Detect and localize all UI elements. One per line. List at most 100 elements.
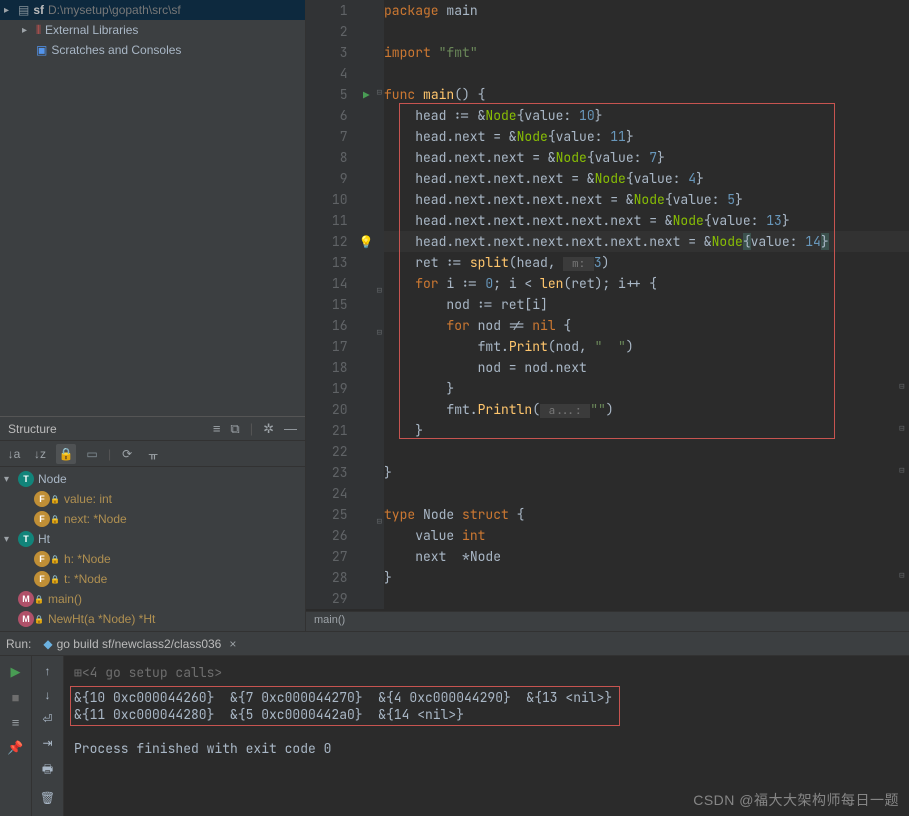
minimize-icon[interactable]: — [284, 421, 297, 436]
gutter[interactable] [348, 462, 384, 483]
structure-node[interactable]: F🔒next: *Node [0, 509, 305, 529]
line-number[interactable]: 17 [306, 336, 348, 357]
gutter[interactable] [348, 546, 384, 567]
line-number[interactable]: 20 [306, 399, 348, 420]
up-icon[interactable]: ↑ [45, 664, 51, 678]
line-number[interactable]: 22 [306, 441, 348, 462]
structure-node[interactable]: M🔒NewHt(a *Node) *Ht [0, 609, 305, 629]
down-icon[interactable]: ↓ [45, 688, 51, 702]
line-number[interactable]: 26 [306, 525, 348, 546]
gutter[interactable] [348, 567, 384, 588]
line-number[interactable]: 10 [306, 189, 348, 210]
close-icon[interactable]: × [229, 637, 236, 651]
line-number[interactable]: 12 [306, 231, 348, 252]
code-line[interactable]: head.next.next = &Node{value: 7} [384, 147, 909, 168]
gutter[interactable] [348, 252, 384, 273]
gutter[interactable] [348, 399, 384, 420]
filter-button[interactable]: ᚂ [143, 444, 163, 464]
structure-node[interactable]: M🔒main() [0, 589, 305, 609]
code-line[interactable]: next *Node [384, 546, 909, 567]
structure-tree[interactable]: ▾TNodeF🔒value: intF🔒next: *Node▾THtF🔒h: … [0, 467, 305, 631]
line-number[interactable]: 29 [306, 588, 348, 609]
scroll-icon[interactable]: ⇥ [42, 736, 52, 750]
wrap-icon[interactable]: ⏎ [42, 712, 52, 726]
gutter[interactable]: ⊟ [348, 273, 384, 294]
code-line[interactable]: for i := 0; i < len(ret); i++ { [384, 273, 909, 294]
line-number[interactable]: 1 [306, 0, 348, 21]
line-number[interactable]: 3 [306, 42, 348, 63]
gutter[interactable] [348, 357, 384, 378]
layout-icon[interactable]: ≡ [12, 715, 20, 730]
line-number[interactable]: 11 [306, 210, 348, 231]
code-line[interactable]: head.next.next.next.next.next = &Node{va… [384, 210, 909, 231]
gutter[interactable] [348, 441, 384, 462]
line-number[interactable]: 28 [306, 567, 348, 588]
print-icon[interactable]: 🖶 [42, 760, 53, 781]
line-number[interactable]: 9 [306, 168, 348, 189]
code-line[interactable]: package main [384, 0, 909, 21]
gutter[interactable] [348, 378, 384, 399]
code-line[interactable]: ret := split(head, m: 3) [384, 252, 909, 273]
gutter[interactable]: ⊟ [348, 315, 384, 336]
gutter[interactable] [348, 21, 384, 42]
external-libraries[interactable]: ▸ ⫴ External Libraries [0, 20, 305, 40]
code-line[interactable]: func main() { [384, 84, 909, 105]
line-number[interactable]: 14 [306, 273, 348, 294]
line-number[interactable]: 23 [306, 462, 348, 483]
code-line[interactable]: head := &Node{value: 10} [384, 105, 909, 126]
line-number[interactable]: 15 [306, 294, 348, 315]
autoscroll-button[interactable]: ⟳ [117, 444, 137, 464]
code-line[interactable]: }⊟ [384, 462, 909, 483]
line-number[interactable]: 5 [306, 84, 348, 105]
structure-node[interactable]: ▾TNode [0, 469, 305, 489]
stop-icon[interactable]: ■ [12, 690, 20, 705]
run-config-tab[interactable]: ◆ go build sf/newclass2/class036 × [37, 635, 242, 653]
line-number[interactable]: 2 [306, 21, 348, 42]
line-number[interactable]: 21 [306, 420, 348, 441]
code-line[interactable]: head.next.next.next.next = &Node{value: … [384, 189, 909, 210]
fold-close-icon[interactable]: ⊟ [899, 569, 904, 581]
gutter[interactable] [348, 126, 384, 147]
gutter[interactable] [348, 420, 384, 441]
sort-vis-button[interactable]: ↓z [30, 444, 50, 464]
line-number[interactable]: 27 [306, 546, 348, 567]
code-line[interactable]: nod = nod.next [384, 357, 909, 378]
gutter[interactable] [348, 105, 384, 126]
line-number[interactable]: 6 [306, 105, 348, 126]
code-line[interactable]: fmt.Print(nod, " ") [384, 336, 909, 357]
console-output[interactable]: ⊞<4 go setup calls> &{10 0xc000044260} &… [64, 656, 909, 816]
fold-close-icon[interactable]: ⊟ [899, 422, 904, 434]
code-line[interactable]: }⊟ [384, 567, 909, 588]
project-root[interactable]: ▸ ▤ sf D:\mysetup\gopath\src\sf [0, 0, 305, 20]
gutter[interactable] [348, 210, 384, 231]
line-number[interactable]: 24 [306, 483, 348, 504]
trash-icon[interactable]: 🗑 [40, 791, 55, 805]
breadcrumb[interactable]: main() [306, 611, 909, 631]
gutter[interactable]: ▶⊟ [348, 84, 384, 105]
gutter[interactable] [348, 294, 384, 315]
gutter[interactable] [348, 63, 384, 84]
code-line[interactable]: head.next.next.next = &Node{value: 4} [384, 168, 909, 189]
line-number[interactable]: 8 [306, 147, 348, 168]
pin-icon[interactable]: 📌 [7, 740, 23, 756]
line-number[interactable]: 7 [306, 126, 348, 147]
code-line[interactable] [384, 21, 909, 42]
code-line[interactable]: import "fmt" [384, 42, 909, 63]
gutter[interactable] [348, 483, 384, 504]
gutter[interactable]: 💡 [348, 231, 384, 252]
gutter[interactable] [348, 189, 384, 210]
fold-close-icon[interactable]: ⊟ [899, 380, 904, 392]
line-number[interactable]: 19 [306, 378, 348, 399]
sort-icon[interactable]: ≡ [213, 421, 221, 436]
code-line[interactable]: fmt.Println( a...: "") [384, 399, 909, 420]
gear-icon[interactable]: ✲ [263, 421, 274, 437]
gutter[interactable] [348, 42, 384, 63]
fold-close-icon[interactable]: ⊟ [899, 464, 904, 476]
folder-button[interactable]: ▭ [82, 444, 102, 464]
code-line[interactable] [384, 63, 909, 84]
line-number[interactable]: 13 [306, 252, 348, 273]
expand-icon[interactable]: ⧉ [230, 421, 239, 437]
run-gutter-icon[interactable]: ▶ [363, 89, 370, 103]
code-line[interactable] [384, 441, 909, 462]
line-number[interactable]: 18 [306, 357, 348, 378]
